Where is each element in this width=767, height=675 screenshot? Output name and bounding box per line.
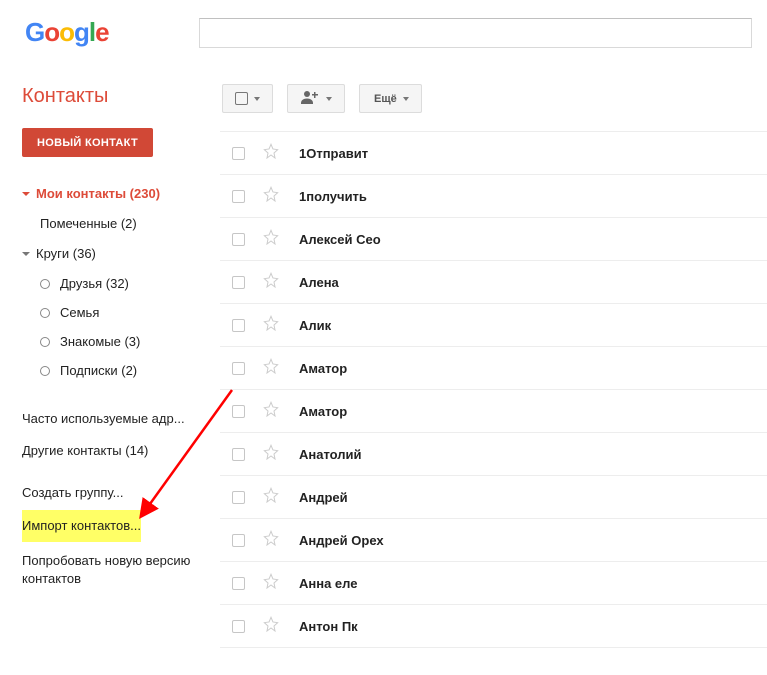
contact-row[interactable]: Антон Пк bbox=[220, 605, 767, 648]
sidebar-item-import-contacts[interactable]: Импорт контактов... bbox=[22, 510, 141, 542]
contact-row[interactable]: Алексей Сео bbox=[220, 218, 767, 261]
contact-name: Андрей Орех bbox=[299, 533, 384, 548]
checkbox[interactable] bbox=[232, 147, 245, 160]
chevron-down-icon bbox=[22, 192, 30, 196]
contact-row[interactable]: Аматор bbox=[220, 390, 767, 433]
sidebar-group-label: Мои контакты (230) bbox=[36, 186, 160, 201]
circle-icon bbox=[40, 337, 50, 347]
contact-name: Алена bbox=[299, 275, 339, 290]
checkbox[interactable] bbox=[232, 233, 245, 246]
star-icon[interactable] bbox=[263, 315, 279, 336]
sidebar-item-label: Семья bbox=[60, 305, 99, 320]
contact-row[interactable]: 1Отправит bbox=[220, 132, 767, 175]
star-icon[interactable] bbox=[263, 229, 279, 250]
contact-row[interactable]: Алена bbox=[220, 261, 767, 304]
app-title: Контакты bbox=[22, 70, 220, 128]
contact-row[interactable]: Анна еле bbox=[220, 562, 767, 605]
sidebar-item-circle[interactable]: Подписки (2) bbox=[36, 356, 220, 385]
contact-name: Аматор bbox=[299, 404, 347, 419]
sidebar-group-circles[interactable]: Круги (36) bbox=[22, 242, 220, 265]
contact-row[interactable]: Алик bbox=[220, 304, 767, 347]
sidebar-item[interactable]: Другие контакты (14) bbox=[22, 435, 212, 467]
contact-name: Алик bbox=[299, 318, 331, 333]
add-to-group-button[interactable] bbox=[287, 84, 345, 113]
circle-icon bbox=[40, 279, 50, 289]
contact-name: 1получить bbox=[299, 189, 367, 204]
checkbox[interactable] bbox=[232, 362, 245, 375]
sidebar-item-label: Помеченные (2) bbox=[40, 216, 137, 231]
contact-name: 1Отправит bbox=[299, 146, 368, 161]
select-all-button[interactable] bbox=[222, 84, 273, 113]
chevron-down-icon bbox=[326, 97, 332, 101]
circle-icon bbox=[40, 308, 50, 318]
main-panel: Ещё 1Отправит 1получить Алексей Сео Алена Ал… bbox=[220, 60, 767, 675]
sidebar-item-circle[interactable]: Семья bbox=[36, 298, 220, 327]
sidebar-item-label: Подписки (2) bbox=[60, 363, 137, 378]
star-icon[interactable] bbox=[263, 616, 279, 637]
sidebar-item-label: Знакомые (3) bbox=[60, 334, 140, 349]
sidebar-item[interactable]: Создать группу... bbox=[22, 477, 212, 509]
chevron-down-icon bbox=[254, 97, 260, 101]
toolbar: Ещё bbox=[220, 70, 767, 131]
sidebar-item-circle[interactable]: Друзья (32) bbox=[36, 269, 220, 298]
contact-row[interactable]: Андрей bbox=[220, 476, 767, 519]
checkbox-icon bbox=[235, 92, 248, 105]
contact-name: Антон Пк bbox=[299, 619, 358, 634]
person-add-icon bbox=[300, 90, 320, 108]
new-contact-button[interactable]: НОВЫЙ КОНТАКТ bbox=[22, 128, 153, 157]
contact-row[interactable]: 1получить bbox=[220, 175, 767, 218]
chevron-down-icon bbox=[403, 97, 409, 101]
star-icon[interactable] bbox=[263, 272, 279, 293]
contact-row[interactable]: Андрей Орех bbox=[220, 519, 767, 562]
sidebar-item-circle[interactable]: Знакомые (3) bbox=[36, 327, 220, 356]
contact-name: Анатолий bbox=[299, 447, 362, 462]
checkbox[interactable] bbox=[232, 491, 245, 504]
checkbox[interactable] bbox=[232, 319, 245, 332]
contact-name: Анна еле bbox=[299, 576, 357, 591]
checkbox[interactable] bbox=[232, 534, 245, 547]
checkbox[interactable] bbox=[232, 276, 245, 289]
contact-list: 1Отправит 1получить Алексей Сео Алена Алик Ам… bbox=[220, 131, 767, 648]
star-icon[interactable] bbox=[263, 358, 279, 379]
star-icon[interactable] bbox=[263, 530, 279, 551]
sidebar-item[interactable]: Часто используемые адр... bbox=[22, 403, 212, 435]
sidebar-item[interactable]: Помеченные (2) bbox=[36, 209, 220, 238]
sidebar-group-my-contacts[interactable]: Мои контакты (230) bbox=[22, 182, 220, 205]
sidebar-item[interactable]: Попробовать новую версию контактов bbox=[22, 545, 207, 595]
checkbox[interactable] bbox=[232, 405, 245, 418]
contact-name: Андрей bbox=[299, 490, 348, 505]
contact-name: Аматор bbox=[299, 361, 347, 376]
checkbox[interactable] bbox=[232, 577, 245, 590]
more-label: Ещё bbox=[374, 93, 397, 105]
search-input[interactable] bbox=[199, 18, 752, 48]
chevron-down-icon bbox=[22, 252, 30, 256]
google-logo: Google bbox=[25, 17, 109, 48]
star-icon[interactable] bbox=[263, 143, 279, 164]
sidebar-group-label: Круги (36) bbox=[36, 246, 96, 261]
star-icon[interactable] bbox=[263, 186, 279, 207]
contact-name: Алексей Сео bbox=[299, 232, 381, 247]
star-icon[interactable] bbox=[263, 487, 279, 508]
star-icon[interactable] bbox=[263, 573, 279, 594]
star-icon[interactable] bbox=[263, 444, 279, 465]
checkbox[interactable] bbox=[232, 620, 245, 633]
contact-row[interactable]: Аматор bbox=[220, 347, 767, 390]
sidebar: Контакты НОВЫЙ КОНТАКТ Мои контакты (230… bbox=[0, 60, 220, 675]
checkbox[interactable] bbox=[232, 190, 245, 203]
star-icon[interactable] bbox=[263, 401, 279, 422]
more-button[interactable]: Ещё bbox=[359, 84, 422, 113]
checkbox[interactable] bbox=[232, 448, 245, 461]
circle-icon bbox=[40, 366, 50, 376]
contact-row[interactable]: Анатолий bbox=[220, 433, 767, 476]
sidebar-item-label: Друзья (32) bbox=[60, 276, 129, 291]
